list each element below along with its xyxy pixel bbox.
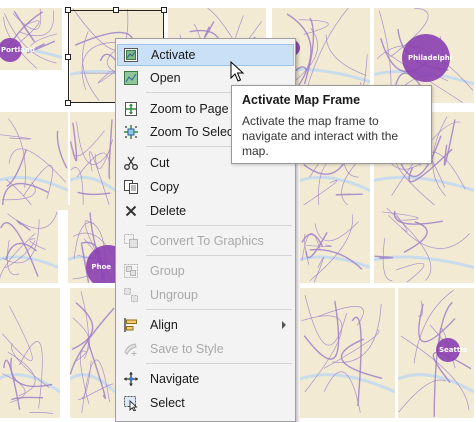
city-label: Portland (1, 46, 35, 54)
group-icon (123, 263, 139, 279)
align-icon (123, 317, 139, 333)
resize-handle-top-right[interactable] (161, 7, 167, 13)
menu-item-label: Activate (151, 48, 196, 62)
menu-item-copy[interactable]: Copy (117, 176, 294, 198)
menu-separator (146, 255, 292, 256)
menu-separator (146, 225, 292, 226)
map-thumbnail[interactable] (374, 205, 474, 283)
menu-item-label: Cut (150, 156, 170, 170)
menu-item-label: Convert To Graphics (150, 234, 264, 248)
ungroup-icon (123, 287, 139, 303)
menu-separator (146, 363, 292, 364)
menu-item-delete[interactable]: Delete (117, 200, 294, 222)
menu-item-label: Zoom to Page (150, 102, 229, 116)
resize-handle-top-left[interactable] (65, 7, 71, 13)
menu-item-convert-to-graphics[interactable]: Convert To Graphics (117, 230, 294, 252)
menu-item-label: Open (150, 71, 181, 85)
scissors-icon (123, 155, 139, 171)
zoom-to-page-icon (123, 101, 139, 117)
tooltip-description: Activate the map frame to navigate and i… (242, 114, 399, 158)
menu-item-label: Save to Style (150, 342, 224, 356)
menu-item-label: Select (150, 396, 185, 410)
menu-item-label: Group (150, 264, 185, 278)
map-thumbnail[interactable] (0, 288, 60, 418)
map-thumbnail[interactable] (300, 205, 370, 283)
menu-item-label: Ungroup (150, 288, 198, 302)
menu-item-save-to-style[interactable]: Save to Style (117, 338, 294, 360)
convert-graphics-icon (123, 233, 139, 249)
map-thumbnail[interactable] (70, 288, 115, 418)
map-thumbnail[interactable] (300, 288, 395, 418)
menu-item-activate[interactable]: Activate (117, 44, 294, 66)
menu-item-align[interactable]: Align (117, 314, 294, 336)
map-thumbnail[interactable] (70, 112, 115, 210)
map-thumbnail[interactable] (0, 112, 68, 210)
mouse-cursor-icon (230, 61, 245, 82)
city-label: Phoe (92, 263, 112, 271)
resize-handle-top[interactable] (113, 7, 119, 13)
menu-item-ungroup[interactable]: Ungroup (117, 284, 294, 306)
select-icon (123, 395, 139, 411)
menu-item-label: Delete (150, 204, 187, 218)
save-style-icon (123, 341, 139, 357)
submenu-arrow-icon (282, 321, 286, 329)
menu-separator (146, 309, 292, 310)
copy-icon (123, 179, 139, 195)
menu-item-label: Copy (150, 180, 180, 194)
menu-item-label: Navigate (150, 372, 200, 386)
city-label: Philadelphi (408, 54, 452, 62)
menu-item-navigate[interactable]: Navigate (117, 368, 294, 390)
zoom-to-selected-icon (123, 124, 139, 140)
tooltip-title: Activate Map Frame (242, 93, 361, 107)
resize-handle-left[interactable] (65, 54, 71, 60)
map-open-icon (123, 70, 139, 86)
map-thumbnail[interactable] (0, 205, 58, 283)
map-thumbnail[interactable]: Phoe (68, 205, 115, 283)
menu-item-group[interactable]: Group (117, 260, 294, 282)
delete-x-icon (123, 203, 139, 219)
navigate-icon (123, 371, 139, 387)
resize-handle-bottom-left[interactable] (65, 100, 71, 106)
menu-item-label: Align (150, 318, 178, 332)
map-frame-icon (123, 47, 139, 63)
map-thumbnail[interactable]: Portland (0, 8, 62, 70)
tooltip: Activate Map Frame Activate the map fram… (231, 85, 432, 164)
menu-item-select[interactable]: Select (117, 392, 294, 414)
map-thumbnail[interactable]: Seattle (398, 288, 474, 418)
city-label: Seattle (439, 346, 468, 354)
